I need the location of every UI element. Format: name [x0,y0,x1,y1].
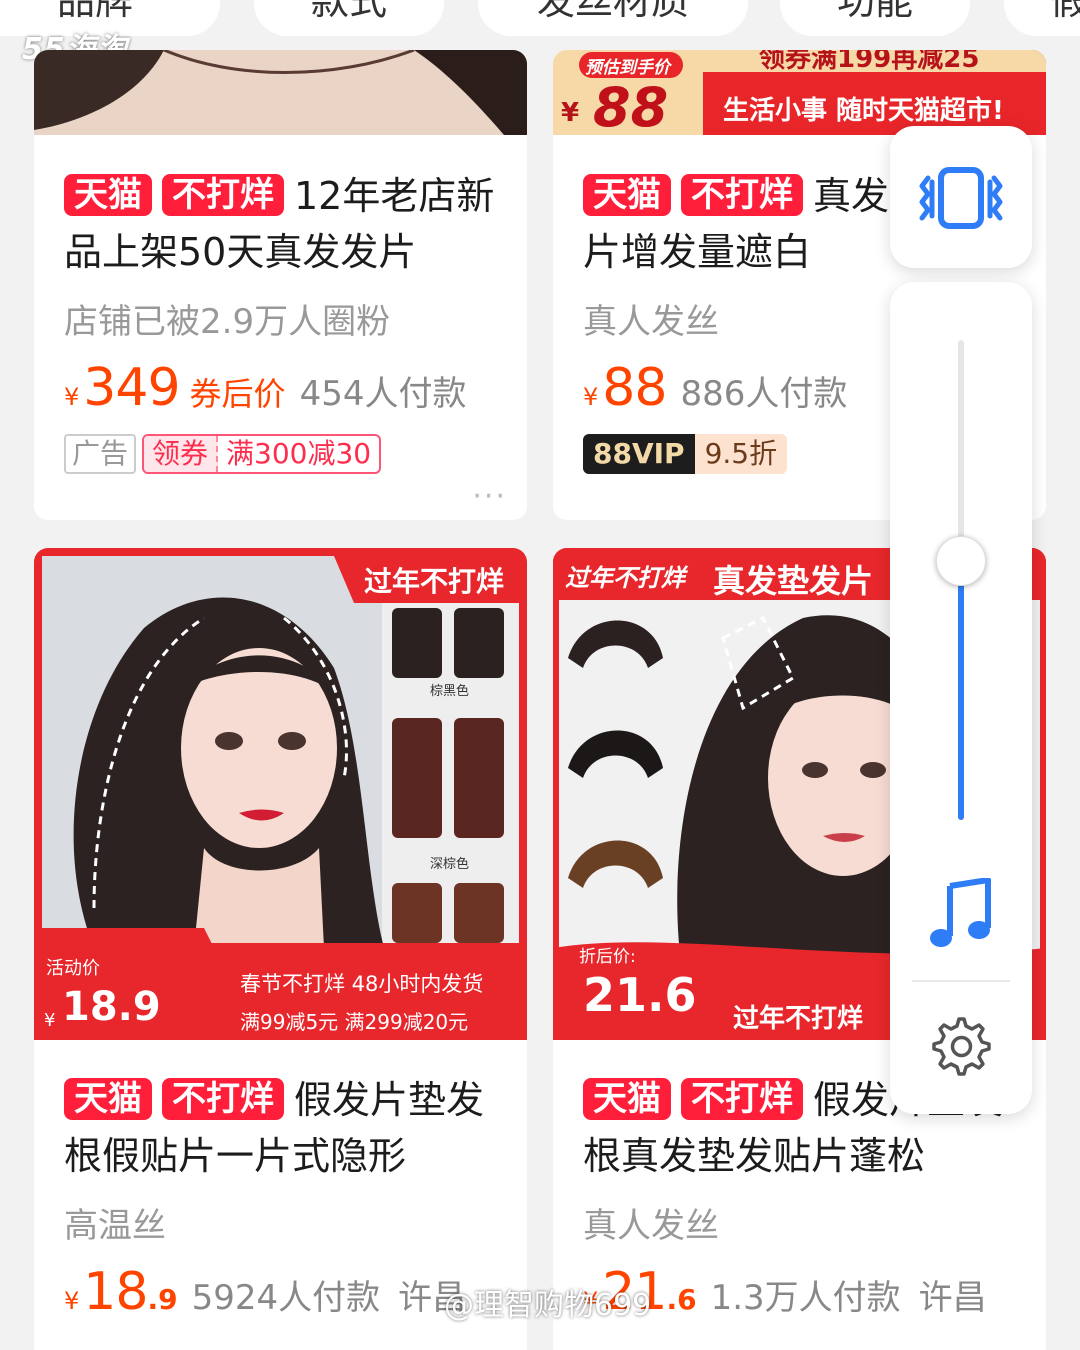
banner-price: 88 [593,76,669,135]
swatch-label-2: 深棕色 [430,857,470,872]
banner-price-label: 活动价 [46,958,100,979]
banner-line-2: 满99减5元 满299减20元 [240,1010,469,1034]
volume-panel [890,282,1032,1114]
vip-badge: 88VIP 9.5折 [583,434,788,474]
yen-symbol: ¥ [64,383,80,411]
tmall-tag: 天猫 [583,174,671,216]
price-row: ¥349 券后价 454人付款 [64,358,513,420]
product-price: 349 [83,358,180,418]
product-title[interactable]: 天猫 不打烊 假发片垫发根假贴片一片式隐形 [64,1072,513,1184]
product-card[interactable]: 天猫 不打烊 12年老店新品上架50天真发发片 店铺已被2.9万人圈粉 ¥349 券后… [34,50,527,520]
volume-slider-thumb[interactable] [936,535,986,586]
product-image[interactable] [34,50,527,135]
filter-chip-more[interactable]: 假 [1004,0,1080,36]
banner-bottom-text: 过年不打烊 [733,1004,864,1034]
hair-photo [34,50,527,135]
product-card[interactable]: 过年不打烊 棕黑色 深棕色 活动价 ¥ 18.9 春节不打烊 48小时内发货 满… [34,548,527,1350]
banner-coupon-text: 领券满199再减25 [759,50,980,74]
product-price: 18 [83,1262,148,1322]
product-title[interactable]: 天猫 不打烊 12年老店新品上架50天真发发片 [64,168,513,280]
more-options-icon[interactable]: ··· [472,479,507,514]
banner-slogan: 生活小事 随时天猫超市! [723,96,1004,126]
ringer-mode-toggle[interactable] [890,126,1032,268]
banner-yen: ¥ [561,98,580,128]
filter-chip-style[interactable]: 款式 [254,0,444,36]
coupon-badge[interactable]: 领券 满300减30 [142,434,382,474]
tmall-tag: 天猫 [64,174,152,216]
after-coupon-label: 券后价 [189,375,286,413]
filter-chip-material[interactable]: 发丝材质 [478,0,748,36]
banner-yen: ¥ [44,1010,56,1031]
product-price-decimal: .6 [666,1283,697,1316]
tmall-tag: 天猫 [583,1078,671,1120]
product-price: 88 [602,358,667,418]
product-image[interactable]: 预估到手价 ¥ 88 领券满199再减25 生活小事 随时天猫超市! [553,50,1046,135]
open-tag: 不打烊 [681,174,803,216]
banner-price: 18.9 [62,984,161,1030]
sales-count: 886人付款 [680,374,848,414]
open-tag: 不打烊 [162,1078,284,1120]
product-subtitle: 真人发丝 [583,1206,719,1246]
banner-price-tag: 预估到手价 [585,58,670,78]
gear-icon[interactable] [930,1016,992,1078]
location: 许昌 [918,1278,987,1318]
sales-count: 454人付款 [299,374,467,414]
filter-chip-function[interactable]: 功能 [780,0,970,36]
product-price-decimal: .9 [147,1283,178,1316]
wig-product-photo [34,548,527,1040]
music-note-icon[interactable] [928,878,994,950]
banner-price: 21.6 [583,968,697,1022]
sales-count: 1.3万人付款 [710,1278,901,1318]
product-subtitle: 高温丝 [64,1206,166,1246]
yen-symbol: ¥ [64,1287,80,1315]
banner-corner: 过年不打烊 [565,564,685,592]
product-image[interactable]: 过年不打烊 棕黑色 深棕色 活动价 ¥ 18.9 春节不打烊 48小时内发货 满… [34,548,527,1040]
banner-headline: 真发垫发片 [713,562,874,600]
banner-line-1: 春节不打烊 48小时内发货 [240,972,484,996]
banner-corner: 过年不打烊 [364,565,505,598]
open-tag: 不打烊 [681,1078,803,1120]
badge-row: 广告 领券 满300减30 [64,434,513,478]
open-tag: 不打烊 [162,174,284,216]
sales-count: 5924人付款 [191,1278,381,1318]
banner-price-label: 折后价: [579,947,636,967]
product-subtitle: 店铺已被2.9万人圈粉 [64,302,391,342]
yen-symbol: ¥ [583,383,599,411]
watermark-username: @理智购物699 [444,1288,652,1323]
vibrate-icon [919,167,1003,229]
volume-slider-fill [958,560,964,820]
filter-bar: 品牌 款式 发丝材质 功能 假 [0,0,1080,40]
swatch-label-1: 棕黑色 [430,684,470,699]
tmall-tag: 天猫 [64,1078,152,1120]
ad-tag: 广告 [64,434,137,474]
panel-divider [912,980,1010,982]
